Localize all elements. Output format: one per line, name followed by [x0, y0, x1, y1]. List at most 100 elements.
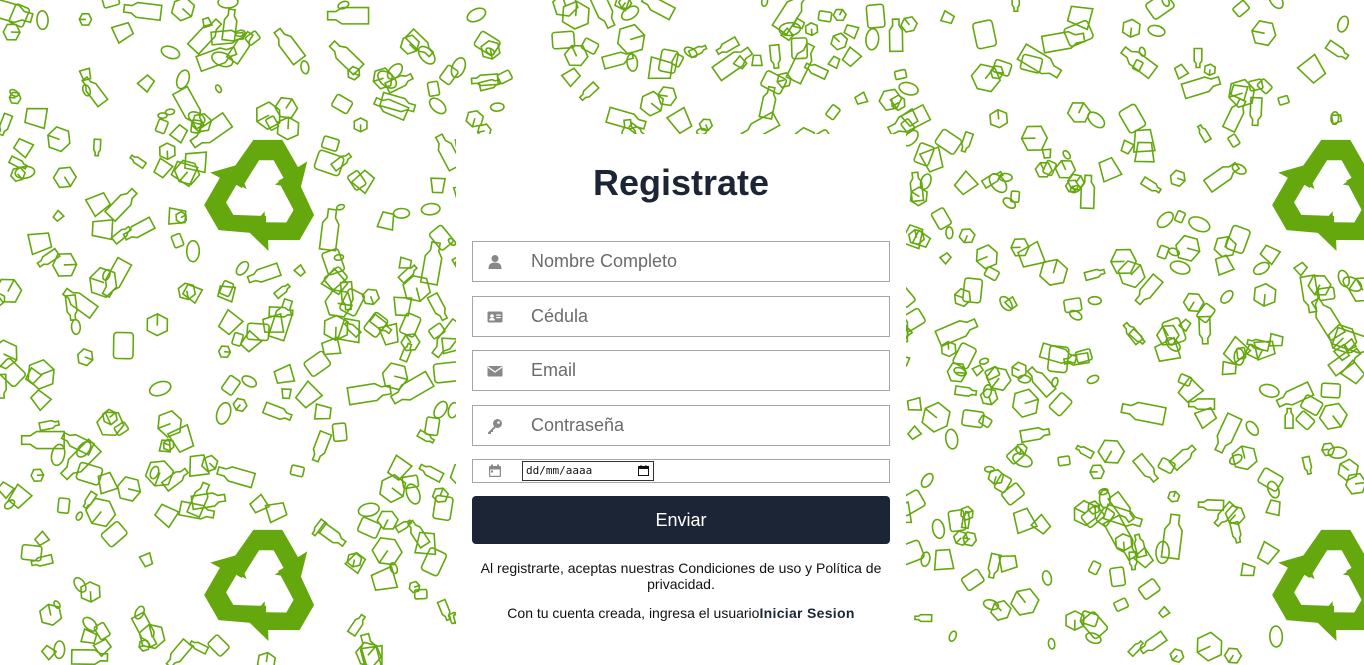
recycle-icon: [1272, 139, 1364, 251]
doodle-item: [426, 291, 449, 322]
doodle-item: [1225, 224, 1251, 255]
doodle-item: [36, 10, 49, 31]
email-field[interactable]: [472, 350, 890, 391]
doodle-item: [420, 202, 441, 216]
doodle-item: [1113, 597, 1130, 612]
doodle-item: [1019, 53, 1044, 74]
calendar-picker-icon[interactable]: [638, 465, 649, 476]
doodle-item: [1223, 647, 1243, 664]
doodle-item: [78, 67, 92, 82]
doodle-item: [214, 84, 223, 94]
doodle-item: [38, 603, 63, 626]
doodle-item: [1177, 373, 1193, 387]
doodle-item: [8, 91, 22, 105]
doodle-item: [1051, 376, 1059, 388]
doodle-item: [430, 177, 447, 194]
doodle-item: [376, 210, 395, 231]
doodle-item: [893, 68, 908, 81]
date-input[interactable]: dd/mm/aaaa: [522, 461, 654, 481]
doodle-item: [1029, 513, 1052, 535]
doodle-item: [827, 55, 841, 70]
doodle-item: [1098, 156, 1123, 183]
doodle-item: [157, 409, 183, 438]
doodle-item: [160, 45, 181, 60]
doodle-item: [1161, 0, 1171, 7]
doodle-item: [190, 492, 227, 511]
doodle-item: [888, 18, 904, 53]
doodle-item: [1010, 587, 1040, 616]
doodle-item: [1054, 159, 1077, 179]
doodle-item: [1336, 15, 1350, 33]
doodle-item: [914, 613, 933, 623]
email-input[interactable]: [531, 351, 881, 390]
cedula-input[interactable]: [531, 297, 881, 336]
doodle-item: [116, 476, 142, 502]
doodle-item: [979, 388, 999, 406]
full-name-field[interactable]: [472, 241, 890, 282]
doodle-item: [1214, 254, 1236, 277]
password-field[interactable]: [472, 405, 890, 446]
doodle-item: [988, 173, 1008, 194]
doodle-item: [953, 169, 980, 196]
doodle-item: [177, 282, 197, 301]
doodle-item: [200, 454, 219, 473]
doodle-item: [938, 251, 953, 266]
doodle-item: [92, 138, 102, 157]
doodle-item: [300, 60, 310, 75]
doodle-item: [1147, 24, 1166, 37]
full-name-input[interactable]: [531, 242, 881, 281]
doodle-item: [1228, 520, 1242, 544]
doodle-item: [817, 10, 833, 23]
doodle-item: [1167, 490, 1181, 503]
doodle-item: [1074, 348, 1093, 364]
doodle-item: [129, 154, 148, 170]
doodle-item: [751, 54, 763, 67]
doodle-item: [347, 170, 367, 191]
doodle-item: [1087, 111, 1106, 129]
doodle-item: [1109, 248, 1138, 275]
doodle-item: [1228, 78, 1256, 109]
doodle-item: [53, 640, 66, 660]
doodle-item: [990, 599, 1012, 622]
doodle-item: [960, 568, 985, 592]
doodle-item: [1284, 407, 1294, 430]
doodle-item: [450, 56, 467, 79]
doodle-item: [1324, 39, 1350, 61]
doodle-item: [1327, 347, 1362, 377]
doodle-item: [898, 81, 919, 96]
login-link[interactable]: Iniciar Sesion: [759, 605, 854, 621]
doodle-item: [1020, 125, 1049, 151]
doodle-item: [1118, 103, 1147, 134]
doodle-item: [1097, 439, 1126, 464]
submit-button[interactable]: Enviar: [472, 496, 890, 544]
doodle-item: [1145, 0, 1175, 20]
doodle-item: [264, 501, 288, 524]
doodle-item: [185, 481, 211, 519]
doodle-item: [47, 125, 71, 153]
doodle-item: [101, 0, 121, 9]
doodle-item: [1256, 540, 1281, 566]
doodle-item: [1087, 295, 1103, 306]
doodle-item: [906, 424, 923, 441]
doodle-item: [246, 262, 282, 284]
doodle-item: [843, 23, 860, 40]
doodle-item: [81, 75, 109, 108]
doodle-item: [377, 322, 399, 346]
doodle-item: [292, 263, 307, 278]
doodle-item: [289, 464, 306, 478]
birthdate-field[interactable]: dd/mm/aaaa: [472, 459, 890, 483]
doodle-item: [1259, 244, 1282, 266]
doodle-item: [185, 239, 201, 263]
password-input[interactable]: [531, 406, 881, 445]
doodle-item: [256, 651, 277, 665]
doodle-item: [1002, 197, 1017, 210]
doodle-item: [1041, 570, 1053, 586]
doodle-item: [760, 0, 769, 8]
doodle-item: [1240, 562, 1256, 577]
doodle-item: [768, 43, 782, 70]
doodle-item: [326, 6, 370, 25]
doodle-item: [136, 74, 156, 94]
envelope-icon: [487, 366, 503, 377]
cedula-field[interactable]: [472, 296, 890, 337]
doodle-item: [1089, 464, 1106, 480]
